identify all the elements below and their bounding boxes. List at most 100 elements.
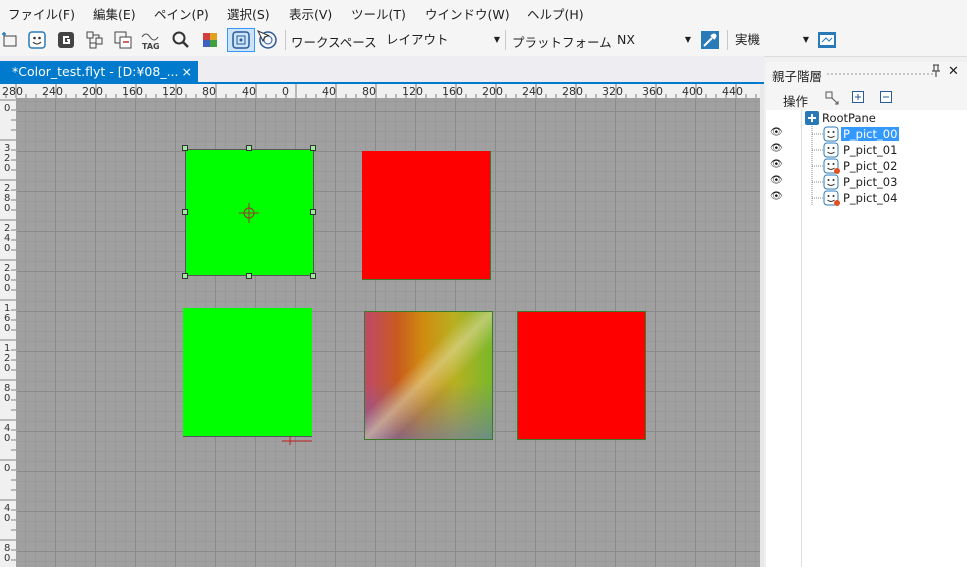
ruler-label: 0 xyxy=(4,393,10,404)
toolbar-separator xyxy=(505,30,506,50)
tree-node-root[interactable]: RootPane xyxy=(804,110,878,126)
eye-icon[interactable]: 👁 xyxy=(770,159,783,170)
ruler-label: 40 xyxy=(242,85,256,98)
target-value: 実機 xyxy=(735,32,761,47)
ruler-label: 120 xyxy=(402,85,423,98)
close-icon[interactable]: × xyxy=(182,61,192,82)
hierarchy-tree: RootPane P_pict_00 👁 P_pict_01 👁 P_pict_… xyxy=(766,110,967,567)
operation-menu[interactable]: 操作 xyxy=(783,91,808,110)
tree-node-label: P_pict_00 xyxy=(841,127,900,141)
eye-icon[interactable]: 👁 xyxy=(770,143,783,154)
ruler-label: 0 xyxy=(282,85,289,98)
ruler-label: 0 xyxy=(4,163,10,174)
menu-help[interactable]: ヘルプ(H) xyxy=(527,4,584,23)
ruler-label: 0 xyxy=(4,553,10,564)
eyedropper-icon[interactable] xyxy=(698,28,722,52)
tree-node-label: RootPane xyxy=(822,111,876,125)
tree-node-label: P_pict_04 xyxy=(843,191,898,205)
workspace-select[interactable]: レイアウト ▼ xyxy=(386,30,500,50)
ruler-label: 0 xyxy=(4,103,10,114)
tree-node-p-pict-04[interactable]: P_pict_04 xyxy=(823,190,899,206)
document-tab[interactable]: *Color_test.flyt - [D:¥08_... × xyxy=(0,61,198,82)
ruler-label: 280 xyxy=(562,85,583,98)
ruler-label: 120 xyxy=(162,85,183,98)
resize-handle[interactable] xyxy=(182,273,188,279)
pane-p-pict-02[interactable] xyxy=(183,308,312,437)
ruler-label: 240 xyxy=(522,85,543,98)
close-icon[interactable]: ✕ xyxy=(948,64,959,79)
menu-edit[interactable]: 編集(E) xyxy=(93,4,136,23)
picture-pane-icon xyxy=(823,126,839,142)
toolbar-separator xyxy=(727,30,728,50)
resize-handle[interactable] xyxy=(310,145,316,151)
ruler-label: 0 xyxy=(4,203,10,214)
add-pane-icon[interactable] xyxy=(0,28,20,52)
ruler-label: 240 xyxy=(42,85,63,98)
copy-pane-icon[interactable] xyxy=(112,28,134,52)
select-mode-icon[interactable] xyxy=(227,28,255,52)
ruler-label: 440 xyxy=(722,85,743,98)
tree-node-p-pict-00[interactable]: P_pict_00 xyxy=(823,126,900,142)
tree-node-p-pict-02[interactable]: P_pict_02 xyxy=(823,158,899,174)
pane-p-pict-03[interactable] xyxy=(364,311,493,440)
document-tab-title: *Color_test.flyt - [D:¥08_... xyxy=(12,64,179,79)
tree-node-p-pict-03[interactable]: P_pict_03 xyxy=(823,174,899,190)
multi-select-icon[interactable] xyxy=(256,28,280,52)
toolbar-separator xyxy=(285,30,286,50)
picture-pane-icon xyxy=(823,174,839,190)
panel-grip[interactable] xyxy=(826,72,936,76)
ruler-label: 0 xyxy=(4,513,10,524)
resize-handle[interactable] xyxy=(182,145,188,151)
resize-handle[interactable] xyxy=(246,145,252,151)
eye-icon[interactable]: 👁 xyxy=(770,191,783,202)
resize-handle[interactable] xyxy=(310,273,316,279)
document-tab-strip: *Color_test.flyt - [D:¥08_... × ▼ xyxy=(0,56,764,128)
platform-select[interactable]: NX ▼ xyxy=(617,30,691,50)
eye-icon[interactable]: 👁 xyxy=(770,127,783,138)
pane-p-pict-04[interactable] xyxy=(517,311,646,440)
menu-select[interactable]: 選択(S) xyxy=(227,4,270,23)
ruler-label: 320 xyxy=(602,85,623,98)
platform-value: NX xyxy=(617,32,635,47)
pivot-crosshair-icon[interactable] xyxy=(239,203,259,223)
target-select[interactable]: 実機 ▼ xyxy=(735,30,809,50)
resize-handle[interactable] xyxy=(310,209,316,215)
color-grid-icon[interactable] xyxy=(199,28,221,52)
canvas-scrollbar[interactable] xyxy=(760,84,764,567)
preview-icon[interactable] xyxy=(815,28,839,52)
pane-p-pict-01[interactable] xyxy=(362,151,491,280)
hierarchy-icon[interactable] xyxy=(84,28,106,52)
tag-icon[interactable]: TAG xyxy=(140,28,164,52)
picture-pane-icon xyxy=(823,142,839,158)
vertical-ruler: 0320280240200160120804004080 xyxy=(0,98,17,567)
ruler-label: 40 xyxy=(322,85,336,98)
resize-handle[interactable] xyxy=(246,273,252,279)
menu-window[interactable]: ウインドウ(W) xyxy=(425,4,510,23)
menu-tools[interactable]: ツール(T) xyxy=(351,4,406,23)
layout-canvas[interactable] xyxy=(17,99,760,567)
picture-pane-icon-warning xyxy=(823,158,840,174)
link-pane-icon[interactable] xyxy=(824,90,840,109)
menu-pane[interactable]: ペイン(P) xyxy=(154,4,209,23)
origin-marker-icon xyxy=(282,436,312,445)
group-icon[interactable] xyxy=(55,28,77,52)
search-icon[interactable] xyxy=(170,28,192,52)
ruler-label: 160 xyxy=(442,85,463,98)
resize-handle[interactable] xyxy=(182,209,188,215)
ruler-ticks: 0320280240200160120804004080 xyxy=(0,99,16,564)
collapse-all-icon[interactable] xyxy=(880,91,892,106)
horizontal-ruler: 280 240 200 160 120 80 40 0 40 80 120 160 200 240 280 3… xyxy=(0,84,760,99)
menu-file[interactable]: ファイル(F) xyxy=(8,4,75,23)
eye-icon[interactable]: 👁 xyxy=(770,175,783,186)
ruler-label: 200 xyxy=(482,85,503,98)
picture-pane-icon[interactable] xyxy=(25,28,49,52)
svg-text:TAG: TAG xyxy=(142,42,160,51)
panel-title: 親子階層 xyxy=(772,69,823,84)
pin-icon[interactable] xyxy=(930,64,942,82)
menu-view[interactable]: 表示(V) xyxy=(289,4,332,23)
expand-all-icon[interactable] xyxy=(852,91,864,106)
tree-node-p-pict-01[interactable]: P_pict_01 xyxy=(823,142,899,158)
ruler-label: 0 xyxy=(4,243,10,254)
toolbar: TAG ワークスペース レイアウト ▼ プラットフォーム NX ▼ 実機 ▼ xyxy=(0,24,967,57)
root-pane-icon xyxy=(805,111,819,125)
